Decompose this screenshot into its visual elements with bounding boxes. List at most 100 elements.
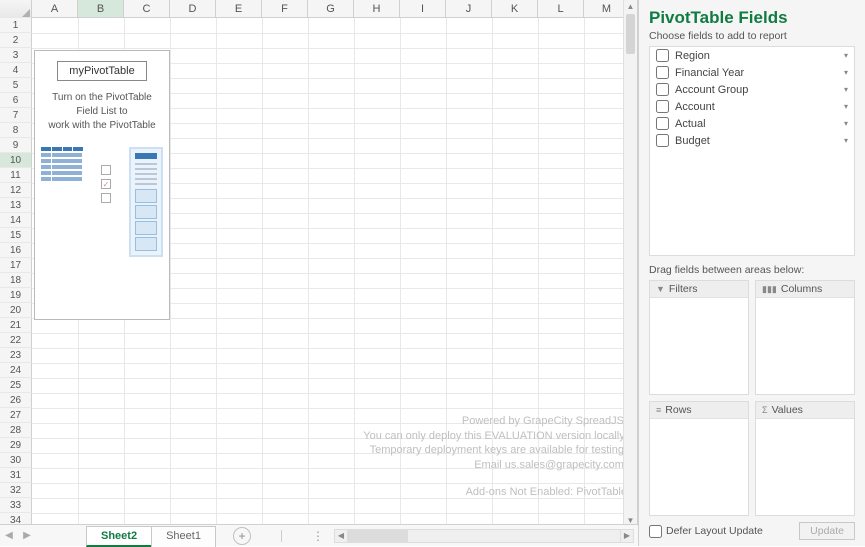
- col-header-k[interactable]: K: [492, 0, 538, 17]
- rows-area[interactable]: ≡Rows: [649, 401, 749, 516]
- chevron-down-icon[interactable]: ▾: [844, 51, 848, 60]
- hscroll-left-arrow-icon[interactable]: ◀: [334, 529, 348, 543]
- hscroll-thumb[interactable]: [348, 530, 408, 542]
- row-header[interactable]: 2: [0, 33, 32, 48]
- col-header-c[interactable]: C: [124, 0, 170, 17]
- row-header[interactable]: 1: [0, 18, 32, 33]
- row-header[interactable]: 32: [0, 483, 32, 498]
- col-header-g[interactable]: G: [308, 0, 354, 17]
- add-sheet-button[interactable]: +: [233, 527, 251, 545]
- field-checkbox[interactable]: [656, 49, 669, 62]
- field-row[interactable]: Financial Year▾: [650, 64, 854, 81]
- fieldlist-pane-icon: [129, 147, 163, 257]
- defer-update-checkbox[interactable]: Defer Layout Update: [649, 525, 763, 538]
- row-header[interactable]: 13: [0, 198, 32, 213]
- field-row[interactable]: Region▾: [650, 47, 854, 64]
- pivot-placeholder[interactable]: myPivotTable Turn on the PivotTable Fiel…: [34, 50, 170, 320]
- field-checkbox[interactable]: [656, 117, 669, 130]
- horizontal-scrollbar[interactable]: ◀ ▶: [334, 529, 638, 543]
- hscroll-right-arrow-icon[interactable]: ▶: [620, 529, 634, 543]
- row-header[interactable]: 28: [0, 423, 32, 438]
- row-header[interactable]: 3: [0, 48, 32, 63]
- hscroll-track[interactable]: [347, 529, 621, 543]
- col-header-d[interactable]: D: [170, 0, 216, 17]
- field-row[interactable]: Budget▾: [650, 132, 854, 149]
- row-header[interactable]: 24: [0, 363, 32, 378]
- row-header[interactable]: 20: [0, 303, 32, 318]
- area-label: Columns: [781, 283, 822, 295]
- row-header[interactable]: 7: [0, 108, 32, 123]
- row-header[interactable]: 23: [0, 348, 32, 363]
- row-header[interactable]: 12: [0, 183, 32, 198]
- row-header[interactable]: 21: [0, 318, 32, 333]
- col-header-l[interactable]: L: [538, 0, 584, 17]
- row-header[interactable]: 11: [0, 168, 32, 183]
- field-row[interactable]: Actual▾: [650, 115, 854, 132]
- col-header-i[interactable]: I: [400, 0, 446, 17]
- col-header-e[interactable]: E: [216, 0, 262, 17]
- pivot-title-box: myPivotTable: [57, 61, 147, 81]
- field-label: Account Group: [675, 84, 748, 96]
- vscroll-thumb[interactable]: [626, 14, 635, 54]
- drop-areas: ▼Filters ▮▮▮ Columns ≡Rows ΣValues: [649, 280, 855, 516]
- col-header-f[interactable]: F: [262, 0, 308, 17]
- sheet-tab[interactable]: Sheet1: [151, 526, 216, 547]
- row-header[interactable]: 18: [0, 273, 32, 288]
- row-header[interactable]: 19: [0, 288, 32, 303]
- row-header[interactable]: 15: [0, 228, 32, 243]
- tab-nav-prev-icon[interactable]: ◀: [0, 530, 18, 541]
- field-checkbox[interactable]: [656, 134, 669, 147]
- columns-area[interactable]: ▮▮▮ Columns: [755, 280, 855, 395]
- defer-update-input[interactable]: [649, 525, 662, 538]
- field-list[interactable]: Region▾Financial Year▾Account Group▾Acco…: [649, 46, 855, 256]
- chevron-down-icon[interactable]: ▾: [844, 119, 848, 128]
- chevron-down-icon[interactable]: ▾: [844, 136, 848, 145]
- col-header-h[interactable]: H: [354, 0, 400, 17]
- row-header[interactable]: 5: [0, 78, 32, 93]
- field-checkbox[interactable]: [656, 83, 669, 96]
- chevron-down-icon[interactable]: ▾: [844, 68, 848, 77]
- area-label: Rows: [665, 404, 691, 416]
- chevron-down-icon[interactable]: ▾: [844, 102, 848, 111]
- chevron-down-icon[interactable]: ▾: [844, 85, 848, 94]
- tab-nav-next-icon[interactable]: ▶: [18, 530, 36, 541]
- field-row[interactable]: Account Group ▾: [650, 81, 854, 98]
- row-header[interactable]: 31: [0, 468, 32, 483]
- select-all-corner[interactable]: [0, 0, 32, 18]
- row-header[interactable]: 4: [0, 63, 32, 78]
- row-header[interactable]: 17: [0, 258, 32, 273]
- col-header-b[interactable]: B: [78, 0, 124, 17]
- area-label: Values: [772, 404, 803, 416]
- row-header[interactable]: 16: [0, 243, 32, 258]
- row-header[interactable]: 25: [0, 378, 32, 393]
- row-header[interactable]: 33: [0, 498, 32, 513]
- field-checkbox[interactable]: [656, 100, 669, 113]
- drag-areas-label: Drag fields between areas below:: [649, 264, 855, 276]
- field-row[interactable]: Account▾: [650, 98, 854, 115]
- scroll-up-arrow-icon[interactable]: ▲: [624, 0, 637, 14]
- pivot-hint-text: Turn on the PivotTable Field List to wor…: [43, 91, 161, 133]
- tabbar-separator: [281, 530, 282, 542]
- col-header-a[interactable]: A: [32, 0, 78, 17]
- row-header[interactable]: 9: [0, 138, 32, 153]
- filters-area[interactable]: ▼Filters: [649, 280, 749, 395]
- row-header[interactable]: 14: [0, 213, 32, 228]
- columns-icon: ▮▮▮: [762, 284, 777, 295]
- pivot-fields-panel: PivotTable Fields Choose fields to add t…: [638, 0, 865, 546]
- values-area[interactable]: ΣValues: [755, 401, 855, 516]
- row-header[interactable]: 26: [0, 393, 32, 408]
- vertical-scrollbar[interactable]: ▲ ▼: [623, 0, 637, 528]
- field-checkbox[interactable]: [656, 66, 669, 79]
- row-header[interactable]: 27: [0, 408, 32, 423]
- row-header[interactable]: 10: [0, 153, 32, 168]
- row-header[interactable]: 22: [0, 333, 32, 348]
- row-header[interactable]: 6: [0, 93, 32, 108]
- col-header-j[interactable]: J: [446, 0, 492, 17]
- tabbar-menu-icon[interactable]: ⋮: [312, 529, 324, 543]
- row-header[interactable]: 8: [0, 123, 32, 138]
- sheet-tab-active[interactable]: Sheet2: [86, 526, 152, 547]
- update-button[interactable]: Update: [799, 522, 855, 540]
- row-header[interactable]: 29: [0, 438, 32, 453]
- row-header[interactable]: 30: [0, 453, 32, 468]
- cell-grid[interactable]: myPivotTable Turn on the PivotTable Fiel…: [32, 18, 637, 528]
